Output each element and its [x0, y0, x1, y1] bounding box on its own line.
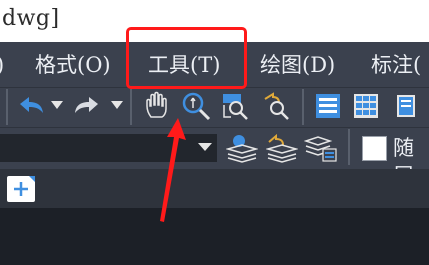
chevron-down-icon: [111, 101, 123, 109]
zoom-previous-button[interactable]: [260, 90, 294, 122]
design-center-button[interactable]: [350, 90, 382, 122]
annotation-arrow-icon: [160, 118, 186, 222]
zoom-previous-icon: [264, 92, 289, 120]
chevron-down-icon[interactable]: [198, 143, 212, 151]
redo-dropdown-button[interactable]: [110, 100, 124, 110]
plus-icon: [14, 176, 35, 196]
menu-item-dimension[interactable]: 标注(: [371, 52, 421, 78]
hand-icon: [146, 91, 167, 118]
color-swatch[interactable]: [362, 136, 387, 161]
toolbar-separator: [348, 129, 350, 165]
undo-dropdown-button[interactable]: [50, 100, 64, 110]
layer-states-button[interactable]: [303, 132, 339, 164]
menu-item-format[interactable]: 格式(O): [35, 52, 111, 78]
document-tab-strip: [0, 169, 429, 208]
properties-button[interactable]: [312, 90, 344, 122]
redo-button[interactable]: [70, 92, 104, 120]
menu-item-partial[interactable]: ): [0, 52, 4, 78]
toolbar-separator: [302, 89, 304, 125]
zoom-realtime-icon: [182, 92, 211, 121]
design-center-icon: [354, 94, 378, 118]
make-current-layer-button[interactable]: [225, 132, 259, 164]
menu-item-draw[interactable]: 绘图(D): [260, 52, 335, 78]
undo-icon: [20, 97, 43, 113]
layer-states-icon: [304, 136, 337, 162]
toolbar-separator: [6, 89, 8, 125]
layer-previous-icon: [266, 133, 298, 163]
chevron-down-icon: [51, 101, 63, 109]
zoom-window-button[interactable]: [220, 90, 254, 122]
layer-current-icon: [226, 135, 258, 163]
layer-previous-button[interactable]: [265, 132, 299, 164]
new-tab-button[interactable]: [7, 176, 35, 202]
tool-palettes-icon: [397, 95, 415, 117]
drawing-area[interactable]: [0, 208, 429, 265]
window-title: dwg]: [2, 6, 60, 31]
highlight-box: [126, 27, 247, 89]
zoom-window-icon: [223, 94, 248, 120]
toolbar-separator: [130, 89, 132, 125]
properties-palette-icon: [316, 94, 340, 118]
redo-icon: [75, 97, 98, 113]
undo-button[interactable]: [14, 92, 48, 120]
tool-palettes-button[interactable]: [390, 90, 422, 122]
